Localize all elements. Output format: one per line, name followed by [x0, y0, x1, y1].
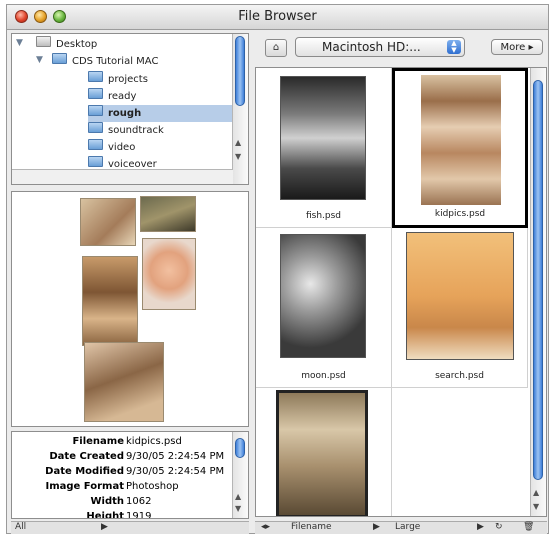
thumbnail-item[interactable]: moon.psd: [256, 228, 392, 388]
disclosure-open-icon[interactable]: ▼: [16, 38, 23, 48]
right-panel: ⌂ Macintosh HD:... ▲ ▼ More ▸ fish.psd ki…: [255, 33, 547, 534]
scroll-up-arrow-icon[interactable]: ▲: [235, 138, 241, 147]
scroll-down-arrow-icon[interactable]: ▼: [235, 152, 241, 161]
left-status-bar: All ▶: [11, 521, 249, 534]
thumbnail-image: [276, 390, 368, 516]
image-preview: [11, 191, 249, 427]
preview-photo: [142, 238, 196, 310]
popup-stepper-icon: ▲ ▼: [447, 40, 461, 54]
scroll-down-arrow-icon[interactable]: ▼: [533, 502, 539, 511]
window-title: File Browser: [238, 9, 317, 24]
scroll-up-arrow-icon[interactable]: ▲: [235, 492, 241, 501]
preview-photo: [84, 342, 164, 422]
tree-item-ready[interactable]: ready: [88, 88, 228, 105]
folder-icon: [88, 88, 103, 99]
thumbnail-item[interactable]: [256, 388, 392, 516]
thumbnail-item[interactable]: fish.psd: [256, 68, 392, 228]
location-popup[interactable]: Macintosh HD:... ▲ ▼: [295, 37, 465, 57]
folder-tree: ▼ Desktop ▼ CDS Tutorial MAC projects re…: [11, 33, 249, 185]
scroll-down-arrow-icon[interactable]: ▼: [235, 504, 241, 513]
thumbnail-size-menu[interactable]: Large: [395, 522, 420, 532]
sort-by-menu[interactable]: Filename: [291, 522, 332, 532]
folder-icon: [88, 156, 103, 167]
folder-up-icon: ⌂: [272, 42, 280, 53]
tree-item-video[interactable]: video: [88, 139, 228, 156]
tree-item-soundtrack[interactable]: soundtrack: [88, 122, 228, 139]
metadata-row: Width 1062: [90, 496, 152, 507]
thumbnail-grid: fish.psd kidpics.psd moon.psd search.psd…: [255, 67, 547, 517]
browser-toolbar: ⌂ Macintosh HD:... ▲ ▼ More ▸: [255, 33, 547, 63]
thumbnail-image: [421, 75, 501, 205]
file-browser-window: File Browser ▼ Desktop ▼ CDS Tutorial MA…: [6, 4, 549, 534]
folder-icon: [88, 71, 103, 82]
metadata-vertical-scrollbar[interactable]: ▲ ▼: [232, 432, 248, 518]
preview-photo: [80, 198, 136, 246]
metadata-row: Image Format Photoshop: [45, 481, 179, 492]
rotate-icon[interactable]: ↻: [495, 522, 503, 532]
scroll-thumb[interactable]: [235, 36, 245, 106]
thumbnail-image: [406, 232, 514, 360]
triangle-right-icon[interactable]: ▶: [477, 522, 484, 532]
folder-icon: [36, 36, 51, 47]
tree-item-projects[interactable]: projects: [88, 71, 228, 88]
disclosure-open-icon[interactable]: ▼: [36, 55, 43, 65]
tree-vertical-scrollbar[interactable]: ▲ ▼: [232, 34, 248, 184]
trash-icon[interactable]: 🗑: [523, 522, 534, 532]
triangle-right-icon[interactable]: ▶: [373, 522, 380, 532]
triangle-right-icon: ▸: [528, 42, 534, 53]
title-bar[interactable]: File Browser: [7, 5, 548, 30]
tree-horizontal-scrollbar[interactable]: [12, 169, 233, 184]
metadata-row: Date Modified 9/30/05 2:24:54 PM: [45, 466, 225, 477]
scroll-thumb[interactable]: [533, 80, 543, 480]
preview-photo: [140, 196, 196, 232]
folder-icon: [88, 105, 103, 116]
left-panel: ▼ Desktop ▼ CDS Tutorial MAC projects re…: [11, 33, 249, 534]
thumbnail-image: [280, 76, 366, 200]
tree-item-rough[interactable]: rough: [88, 105, 234, 122]
more-button[interactable]: More ▸: [491, 39, 543, 55]
right-status-bar: ◂▸ Filename ▶ Large ▶ ↻ 🗑: [255, 521, 547, 534]
folder-icon: [88, 139, 103, 150]
folder-icon: [52, 53, 67, 64]
scroll-up-arrow-icon[interactable]: ▲: [533, 488, 539, 497]
thumbnail-item[interactable]: search.psd: [392, 228, 528, 388]
folder-up-button[interactable]: ⌂: [265, 39, 287, 57]
scroll-thumb[interactable]: [235, 438, 245, 458]
thumbnail-image: [280, 234, 366, 358]
view-filter-menu[interactable]: All: [15, 522, 26, 532]
triangle-right-icon[interactable]: ▶: [101, 522, 108, 532]
grid-vertical-scrollbar[interactable]: ▲ ▼: [530, 68, 546, 516]
metadata-row: Filename kidpics.psd: [72, 436, 182, 447]
thumbnail-item[interactable]: kidpics.psd: [392, 68, 528, 228]
metadata-row: Height 1919: [86, 511, 152, 519]
folder-icon: [88, 122, 103, 133]
toggle-panes-icon[interactable]: ◂▸: [261, 522, 270, 532]
metadata-row: Date Created 9/30/05 2:24:54 PM: [49, 451, 225, 462]
metadata-panel: Filename kidpics.psd Date Created 9/30/0…: [11, 431, 249, 519]
preview-photo: [82, 256, 138, 346]
